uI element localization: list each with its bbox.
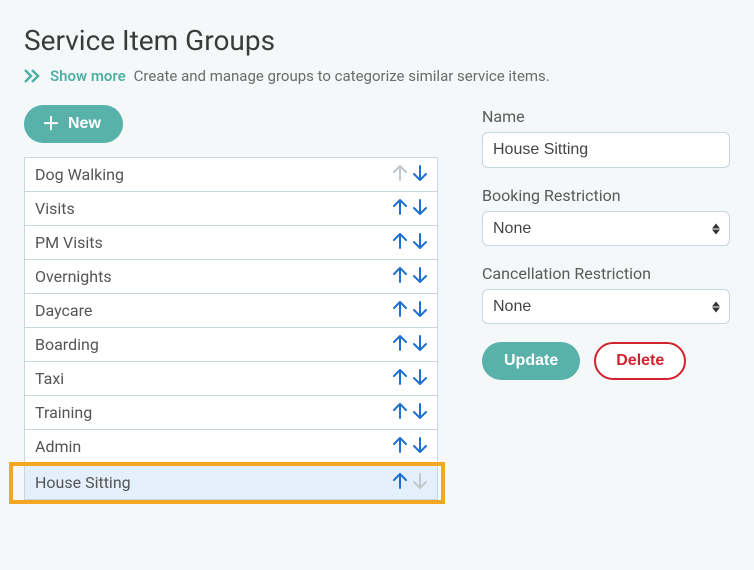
page-subtitle: Create and manage groups to categorize s…: [134, 67, 550, 85]
arrow-down-icon: [413, 267, 427, 286]
list-item-label: Training: [35, 403, 92, 422]
list-item-label: Admin: [35, 437, 81, 456]
list-item[interactable]: Admin: [25, 430, 437, 464]
reorder-controls: [393, 437, 427, 456]
move-down-button: [413, 473, 427, 492]
list-item[interactable]: House Sitting: [25, 466, 437, 499]
move-down-button[interactable]: [413, 165, 427, 184]
arrow-down-icon: [413, 301, 427, 320]
reorder-controls: [393, 301, 427, 320]
reorder-controls: [393, 335, 427, 354]
list-item-label: Boarding: [35, 335, 99, 354]
list-item-label: Visits: [35, 199, 75, 218]
list-item[interactable]: Dog Walking: [25, 158, 437, 192]
list-item-label: Overnights: [35, 267, 112, 286]
reorder-controls: [393, 369, 427, 388]
cancellation-restriction-label: Cancellation Restriction: [482, 264, 730, 283]
reorder-controls: [393, 165, 427, 184]
arrow-up-icon: [393, 437, 407, 456]
arrow-up-icon: [393, 267, 407, 286]
delete-button[interactable]: Delete: [594, 342, 686, 380]
move-up-button: [393, 165, 407, 184]
move-up-button[interactable]: [393, 335, 407, 354]
list-item[interactable]: Training: [25, 396, 437, 430]
arrow-up-icon: [393, 369, 407, 388]
list-item-label: PM Visits: [35, 233, 103, 252]
new-button[interactable]: ＋ New: [24, 105, 123, 143]
move-up-button[interactable]: [393, 199, 407, 218]
booking-restriction-select[interactable]: None: [482, 211, 730, 246]
reorder-controls: [393, 233, 427, 252]
list-item-label: House Sitting: [35, 473, 131, 492]
new-button-label: New: [68, 115, 101, 133]
move-down-button[interactable]: [413, 437, 427, 456]
plus-icon: ＋: [42, 115, 60, 133]
update-button[interactable]: Update: [482, 342, 580, 380]
list-item[interactable]: Overnights: [25, 260, 437, 294]
move-up-button[interactable]: [393, 473, 407, 492]
arrow-down-icon: [413, 473, 427, 492]
reorder-controls: [393, 267, 427, 286]
move-down-button[interactable]: [413, 403, 427, 422]
move-up-button[interactable]: [393, 267, 407, 286]
arrow-up-icon: [393, 403, 407, 422]
arrow-up-icon: [393, 301, 407, 320]
show-more-link[interactable]: Show more: [50, 67, 126, 85]
arrow-up-icon: [393, 335, 407, 354]
name-input[interactable]: [482, 132, 730, 168]
arrow-up-icon: [393, 199, 407, 218]
list-item[interactable]: Daycare: [25, 294, 437, 328]
group-list: Dog Walking Visits PM Visits Overnights Dayc…: [24, 157, 438, 500]
arrow-down-icon: [413, 335, 427, 354]
page-title: Service Item Groups: [24, 24, 730, 57]
reorder-controls: [393, 473, 427, 492]
list-item[interactable]: Visits: [25, 192, 437, 226]
arrow-down-icon: [413, 233, 427, 252]
reorder-controls: [393, 403, 427, 422]
arrow-up-icon: [393, 233, 407, 252]
booking-restriction-label: Booking Restriction: [482, 186, 730, 205]
list-item[interactable]: Boarding: [25, 328, 437, 362]
list-item[interactable]: PM Visits: [25, 226, 437, 260]
move-up-button[interactable]: [393, 403, 407, 422]
arrow-down-icon: [413, 369, 427, 388]
arrow-down-icon: [413, 165, 427, 184]
list-item-label: Taxi: [35, 369, 64, 388]
move-down-button[interactable]: [413, 199, 427, 218]
list-item-label: Daycare: [35, 301, 92, 320]
arrow-down-icon: [413, 199, 427, 218]
move-down-button[interactable]: [413, 335, 427, 354]
reorder-controls: [393, 199, 427, 218]
move-down-button[interactable]: [413, 301, 427, 320]
arrow-up-icon: [393, 473, 407, 492]
info-line: Show more Create and manage groups to ca…: [24, 67, 730, 85]
list-item[interactable]: Taxi: [25, 362, 437, 396]
arrow-down-icon: [413, 437, 427, 456]
arrow-up-icon: [393, 165, 407, 184]
list-item-label: Dog Walking: [35, 165, 124, 184]
chevron-double-right-icon: [24, 69, 42, 83]
highlight-frame: House Sitting: [9, 462, 445, 504]
move-down-button[interactable]: [413, 267, 427, 286]
move-up-button[interactable]: [393, 233, 407, 252]
arrow-down-icon: [413, 403, 427, 422]
move-down-button[interactable]: [413, 369, 427, 388]
move-down-button[interactable]: [413, 233, 427, 252]
move-up-button[interactable]: [393, 437, 407, 456]
move-up-button[interactable]: [393, 369, 407, 388]
name-label: Name: [482, 107, 730, 126]
cancellation-restriction-select[interactable]: None: [482, 289, 730, 324]
move-up-button[interactable]: [393, 301, 407, 320]
